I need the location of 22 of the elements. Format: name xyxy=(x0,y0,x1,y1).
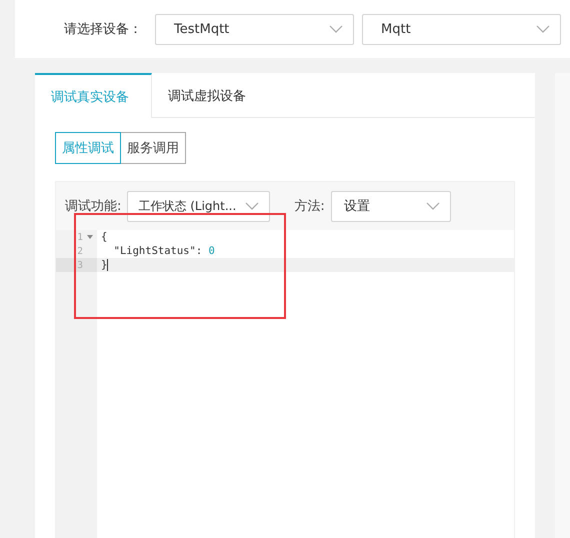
text-cursor xyxy=(107,259,108,271)
method-label: 方法: xyxy=(294,198,325,215)
chevron-down-icon xyxy=(536,25,550,33)
method-select[interactable]: 设置 xyxy=(330,190,451,222)
line-number: 1 xyxy=(77,232,83,242)
device-select-label: 请选择设备： xyxy=(64,21,142,38)
tab[interactable]: 调试虚拟设备 xyxy=(152,73,262,117)
code-text: } xyxy=(100,259,108,271)
mode-button[interactable]: 服务调用 xyxy=(121,132,186,164)
chevron-down-icon xyxy=(329,25,343,33)
chevron-down-icon xyxy=(245,202,260,210)
function-label: 调试功能: xyxy=(65,198,122,215)
code-text: { xyxy=(100,231,108,243)
code-editor[interactable]: 1 { 2 "LightStatus": 0 3 } xyxy=(56,230,514,538)
chevron-down-icon xyxy=(426,202,440,210)
line-number: 2 xyxy=(77,246,83,256)
function-select[interactable]: 工作状态 (Light... xyxy=(127,190,270,222)
device-select[interactable]: Mqtt xyxy=(362,14,561,44)
line-number: 3 xyxy=(77,260,83,270)
code-text: "LightStatus": 0 xyxy=(112,245,215,257)
device-select[interactable]: TestMqtt xyxy=(155,14,354,44)
fold-arrow-icon[interactable] xyxy=(87,235,93,239)
